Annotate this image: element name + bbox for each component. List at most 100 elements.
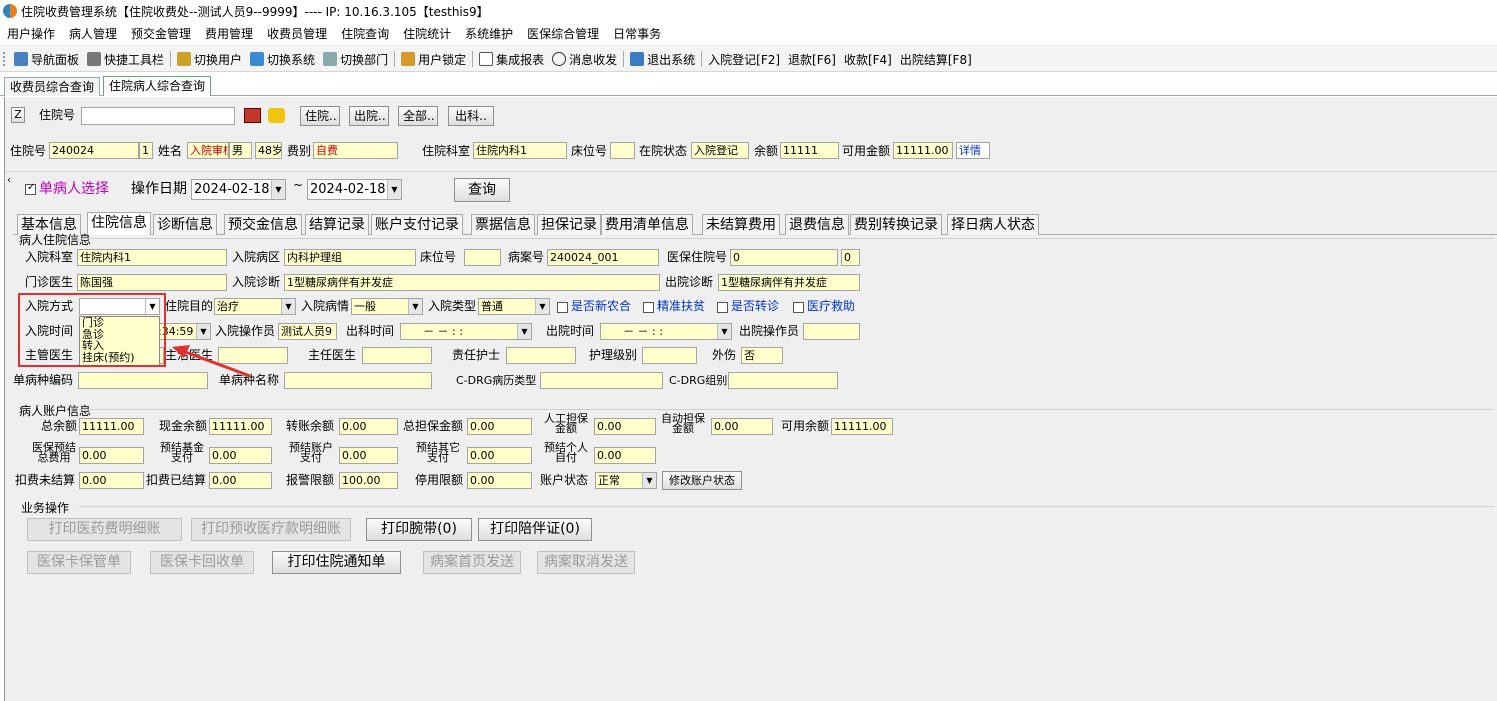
message-button[interactable]: 消息收发 bbox=[548, 48, 621, 70]
print-prepay-detail-button[interactable]: 打印预收医疗款明细账 bbox=[191, 518, 351, 541]
patient-seq-field: 1 bbox=[139, 142, 153, 159]
main-panel: Z 住院号 住院.. 出院.. 全部.. 出科.. 住院号 240024 1 姓… bbox=[4, 97, 1497, 701]
tab-detail[interactable]: 未结算费用 bbox=[702, 214, 780, 235]
tab-detail[interactable]: 住院信息 bbox=[87, 212, 151, 235]
menu-item[interactable]: 病人管理 bbox=[62, 24, 124, 45]
menu-item[interactable]: 用户操作 bbox=[0, 24, 62, 45]
admit-operator-label: 入院操作员 bbox=[215, 324, 276, 338]
print-wristband-button[interactable]: 打印腕带(0) bbox=[366, 518, 472, 541]
stop-limit-field: 0.00 bbox=[467, 472, 532, 489]
cancel-case-send-button[interactable]: 病案取消发送 bbox=[537, 551, 635, 574]
group-inpatient-info: 病人住院信息 bbox=[19, 233, 92, 247]
tab-detail[interactable]: 预交金信息 bbox=[224, 214, 302, 235]
all-filter-button[interactable]: 全部.. bbox=[398, 106, 438, 126]
print-escort-pass-button[interactable]: 打印陪伴证(0) bbox=[478, 518, 592, 541]
switch-user-button[interactable]: 切换用户 bbox=[173, 48, 246, 70]
menu-item[interactable]: 收费员管理 bbox=[260, 24, 334, 45]
tab-detail[interactable]: 票据信息 bbox=[471, 214, 535, 235]
purpose-value: 治疗 bbox=[217, 300, 239, 313]
tab-detail[interactable]: 退费信息 bbox=[785, 214, 849, 235]
ins-card-custody-button[interactable]: 医保卡保管单 bbox=[27, 551, 131, 574]
alarm-limit-label: 报警限额 bbox=[286, 473, 335, 487]
menu-item[interactable]: 系统维护 bbox=[458, 24, 520, 45]
z-button[interactable]: Z bbox=[11, 107, 25, 123]
account-state-select[interactable]: 正常 ▼ bbox=[595, 472, 657, 489]
purpose-label: 住院目的 bbox=[165, 299, 214, 313]
out-dept-filter-button[interactable]: 出科.. bbox=[448, 106, 494, 126]
clinic-doctor-label: 门诊医生 bbox=[25, 275, 74, 289]
refund-button[interactable]: 退款[F6] bbox=[784, 48, 840, 70]
discharged-filter-button[interactable]: 出院.. bbox=[349, 106, 389, 126]
nav-panel-label: 导航面板 bbox=[31, 52, 80, 67]
group-operations: 业务操作 bbox=[21, 501, 70, 515]
other-prepay-field: 0.00 bbox=[467, 447, 532, 464]
referral-checkbox[interactable] bbox=[717, 302, 728, 313]
dashboard-icon bbox=[14, 52, 28, 66]
modify-account-state-button[interactable]: 修改账户状态 bbox=[662, 471, 742, 490]
nurse-field bbox=[506, 347, 576, 364]
out-diag-label: 出院诊断 bbox=[665, 275, 714, 289]
menu-item[interactable]: 住院统计 bbox=[396, 24, 458, 45]
search-no-input[interactable] bbox=[81, 107, 235, 125]
dis-time-picker[interactable]: － － : : ▼ bbox=[600, 323, 732, 340]
condition-value: 一般 bbox=[354, 300, 376, 313]
aid-checkbox[interactable] bbox=[793, 302, 804, 313]
nrcms-checkbox[interactable] bbox=[557, 302, 568, 313]
report-button[interactable]: 集成报表 bbox=[475, 48, 548, 70]
tab-detail[interactable]: 诊断信息 bbox=[153, 214, 217, 235]
tab-detail[interactable]: 费用清单信息 bbox=[601, 214, 693, 235]
send-case-front-button[interactable]: 病案首页发送 bbox=[423, 551, 521, 574]
exit-label: 退出系统 bbox=[647, 52, 696, 67]
charge-button[interactable]: 收款[F4] bbox=[840, 48, 896, 70]
discharge-button[interactable]: 出院结算[F8] bbox=[896, 48, 976, 70]
nav-panel-button[interactable]: 导航面板 bbox=[10, 48, 83, 70]
admit-type-select[interactable]: 普通 ▼ bbox=[478, 298, 550, 315]
tab-detail[interactable]: 结算记录 bbox=[305, 214, 369, 235]
poverty-checkbox[interactable] bbox=[643, 302, 654, 313]
exit-button[interactable]: 退出系统 bbox=[626, 48, 699, 70]
menu-item[interactable]: 医保综合管理 bbox=[520, 24, 606, 45]
clear-icon[interactable] bbox=[268, 108, 285, 123]
single-patient-checkbox[interactable]: ✓ bbox=[25, 182, 36, 195]
tab-detail[interactable]: 择日病人状态 bbox=[947, 214, 1039, 235]
menu-item[interactable]: 日常事务 bbox=[606, 24, 668, 45]
chevron-down-icon: ▼ bbox=[271, 180, 285, 199]
switch-dept-button[interactable]: 切换部门 bbox=[319, 48, 392, 70]
admit-label: 入院登记[F2] bbox=[708, 52, 781, 67]
admit-dept-field: 住院内科1 bbox=[77, 249, 227, 266]
menu-item[interactable]: 住院查询 bbox=[334, 24, 396, 45]
drg-group-field bbox=[728, 372, 838, 389]
account-state-label: 账户状态 bbox=[540, 473, 589, 487]
card-icon[interactable] bbox=[244, 108, 261, 123]
print-admission-notice-button[interactable]: 打印住院通知单 bbox=[272, 551, 401, 574]
fund-prepay-label: 预结基金支付 bbox=[160, 441, 204, 464]
out-time-picker[interactable]: － － : : ▼ bbox=[400, 323, 532, 340]
collapse-icon[interactable]: ‹ bbox=[7, 175, 11, 186]
op-date-label: 操作日期 bbox=[131, 181, 187, 197]
lock-button[interactable]: 用户锁定 bbox=[397, 48, 470, 70]
admit-button[interactable]: 入院登记[F2] bbox=[704, 48, 784, 70]
date-to-picker[interactable]: 2024-02-18 ▼ bbox=[307, 179, 402, 200]
tab-detail[interactable]: 费别转换记录 bbox=[850, 214, 942, 235]
chief-doctor-field bbox=[362, 347, 432, 364]
date-from-picker[interactable]: 2024-02-18 ▼ bbox=[191, 179, 286, 200]
switch-system-button[interactable]: 切换系统 bbox=[246, 48, 319, 70]
lock-label: 用户锁定 bbox=[418, 52, 467, 67]
menu-item[interactable]: 预交金管理 bbox=[124, 24, 198, 45]
detail-button[interactable]: 详情 bbox=[956, 142, 990, 159]
inpatient-filter-button[interactable]: 住院.. bbox=[300, 106, 340, 126]
tab-inpatient-query[interactable]: 住院病人综合查询 bbox=[103, 76, 212, 96]
tab-detail[interactable]: 账户支付记录 bbox=[371, 214, 463, 235]
menu-item[interactable]: 费用管理 bbox=[198, 24, 260, 45]
tab-detail[interactable]: 担保记录 bbox=[537, 214, 601, 235]
print-drug-detail-button[interactable]: 打印医药费明细账 bbox=[27, 518, 182, 541]
purpose-select[interactable]: 治疗 ▼ bbox=[214, 298, 296, 315]
condition-select[interactable]: 一般 ▼ bbox=[351, 298, 423, 315]
chevron-down-icon: ▼ bbox=[408, 299, 422, 314]
quick-toolbar-button[interactable]: 快捷工具栏 bbox=[83, 48, 168, 70]
query-button[interactable]: 查询 bbox=[454, 178, 510, 202]
date-from-value: 2024-02-18 bbox=[194, 182, 270, 197]
tab-cashier-query[interactable]: 收费员综合查询 bbox=[4, 77, 101, 96]
ins-card-return-button[interactable]: 医保卡回收单 bbox=[150, 551, 254, 574]
patient-no-label: 住院号 bbox=[10, 144, 47, 158]
